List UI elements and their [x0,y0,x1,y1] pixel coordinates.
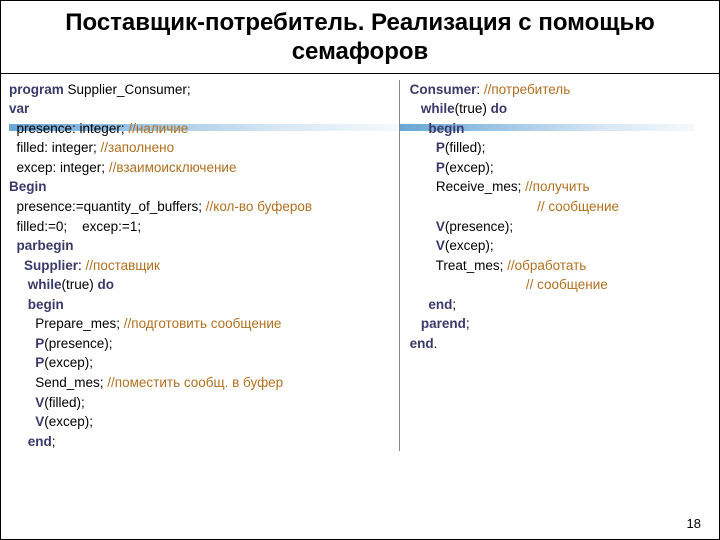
text: Supplier_Consumer; [64,82,191,97]
text: : [78,258,86,273]
text: (excep); [44,355,93,370]
comment: //потребитель [484,82,570,97]
text: (excep); [445,238,494,253]
kw-while: while [9,277,62,292]
text: (presence); [445,219,513,234]
kw-begin: begin [9,297,64,312]
sym-v: V [9,395,44,410]
kw-parend: parend [410,316,466,331]
kw-consumer: Consumer [410,82,477,97]
comment: //кол-во буферов [206,199,312,214]
kw-begin: Begin [9,179,47,194]
comment: //взаимоисключение [109,160,237,175]
kw-while: while [410,101,455,116]
text: filled: integer; [9,140,101,155]
sym-p: P [9,355,44,370]
comment: //подготовить сообщение [124,316,282,331]
sym-p: P [410,160,445,175]
kw-end: end [410,336,434,351]
kw-program: program [9,82,64,97]
code-right-column: Consumer: //потребитель while(true) do b… [400,80,711,452]
kw-parbegin: parbegin [9,238,74,253]
comment: //обработать [507,258,586,273]
sym-v: V [410,219,445,234]
content-area: program Supplier_Consumer; var presence:… [1,74,719,452]
text: (excep); [445,160,494,175]
slide-title: Поставщик-потребитель. Реализация с помо… [1,1,719,73]
text: Prepare_mes; [9,316,124,331]
comment: // сообщение [410,277,608,292]
sym-p: P [410,140,445,155]
text: (filled); [44,395,85,410]
text: presence: integer; [9,121,128,136]
kw-end: end [9,434,52,449]
comment: //наличие [128,121,188,136]
kw-end: end [410,297,453,312]
kw-begin: begin [410,121,465,136]
sym-v: V [410,238,445,253]
kw-do: do [98,277,115,292]
sym-v: V [9,414,44,429]
kw-do: do [491,101,508,116]
kw-supplier: Supplier [9,258,78,273]
page-number: 18 [687,516,701,531]
comment: //поместить сообщ. в буфер [107,375,283,390]
text: presence:=quantity_of_buffers; [9,199,206,214]
code-left-column: program Supplier_Consumer; var presence:… [9,80,400,452]
text: (filled); [445,140,486,155]
text: ; [466,316,470,331]
text: Send_mes; [9,375,107,390]
text: ; [52,434,56,449]
text: Treat_mes; [410,258,508,273]
text: (excep); [44,414,93,429]
comment: //поставщик [86,258,160,273]
text: (true) [455,101,491,116]
sym-p: P [9,336,44,351]
text: (presence); [44,336,112,351]
text: filled:=0; excep:=1; [9,219,141,234]
text: Receive_mes; [410,179,526,194]
text: (true) [62,277,98,292]
text: : [476,82,484,97]
text: excep: integer; [9,160,109,175]
text: ; [452,297,456,312]
kw-var: var [9,101,29,116]
text: . [434,336,438,351]
comment: // сообщение [410,199,619,214]
comment: //получить [525,179,589,194]
comment: //заполнено [101,140,175,155]
